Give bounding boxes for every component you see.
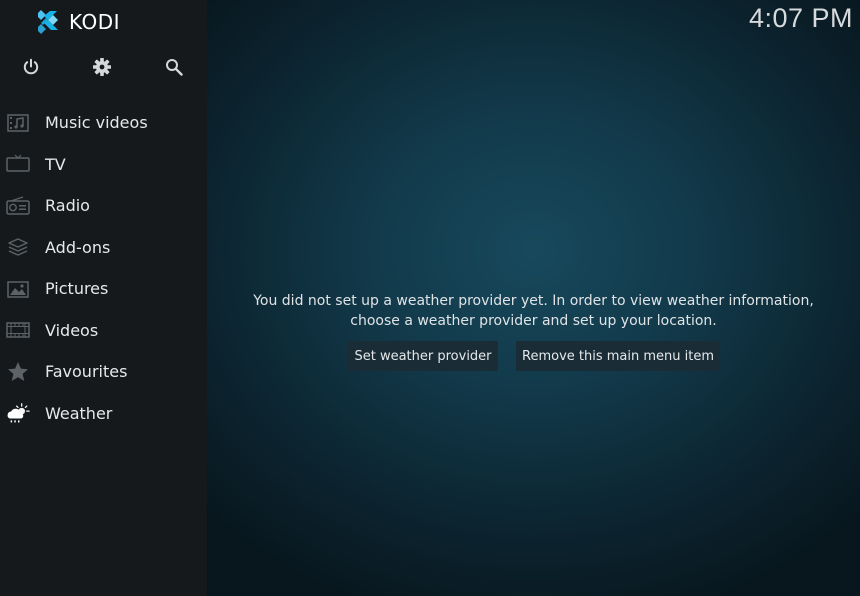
kodi-logo-icon: [38, 10, 58, 34]
kodi-screen: KODI Music videos TV Radio Add-ons Pictu…: [0, 0, 860, 596]
sidebar-item-label: Pictures: [45, 279, 109, 299]
sidebar: KODI Music videos TV Radio Add-ons Pictu…: [0, 0, 207, 596]
power-button[interactable]: [20, 56, 42, 78]
set-weather-provider-button[interactable]: Set weather provider: [348, 341, 498, 371]
music-video-icon: [6, 111, 30, 135]
sidebar-item-pictures[interactable]: Pictures: [0, 268, 207, 310]
sidebar-item-add-ons[interactable]: Add-ons: [0, 227, 207, 269]
radio-icon: [6, 194, 30, 218]
star-icon: [6, 360, 30, 384]
sidebar-item-weather[interactable]: Weather: [0, 393, 207, 435]
sidebar-item-label: Favourites: [45, 362, 128, 382]
pictures-icon: [6, 277, 30, 301]
gear-icon: [93, 58, 111, 76]
sidebar-item-label: Music videos: [45, 113, 148, 133]
kodi-logo-text: KODI: [69, 10, 121, 34]
addons-icon: [6, 235, 30, 259]
sidebar-item-tv[interactable]: TV: [0, 144, 207, 186]
search-button[interactable]: [163, 56, 185, 78]
sidebar-item-label: TV: [45, 154, 66, 174]
sidebar-item-radio[interactable]: Radio: [0, 185, 207, 227]
sidebar-item-favourites[interactable]: Favourites: [0, 351, 207, 393]
sidebar-item-music-videos[interactable]: Music videos: [0, 102, 207, 144]
sidebar-item-label: Videos: [45, 320, 99, 340]
message-line-2: choose a weather provider and set up you…: [350, 313, 717, 329]
sidebar-item-label: Radio: [45, 196, 90, 216]
message-line-1: You did not set up a weather provider ye…: [253, 293, 814, 309]
weather-main-area: 4:07 PM You did not set up a weather pro…: [207, 0, 860, 596]
remove-menu-item-button[interactable]: Remove this main menu item: [516, 341, 720, 371]
weather-provider-message: You did not set up a weather provider ye…: [207, 291, 860, 331]
main-menu: Music videos TV Radio Add-ons Pictures V…: [0, 102, 207, 434]
kodi-logo: KODI: [38, 9, 120, 35]
settings-button[interactable]: [91, 56, 113, 78]
tv-icon: [6, 152, 30, 176]
power-icon: [23, 58, 39, 75]
sidebar-item-label: Weather: [45, 403, 113, 423]
search-icon: [166, 59, 183, 76]
film-icon: [6, 318, 30, 342]
sidebar-item-videos[interactable]: Videos: [0, 310, 207, 352]
clock: 4:07 PM: [748, 3, 853, 33]
sidebar-item-label: Add-ons: [45, 237, 111, 257]
weather-icon: [6, 401, 30, 425]
